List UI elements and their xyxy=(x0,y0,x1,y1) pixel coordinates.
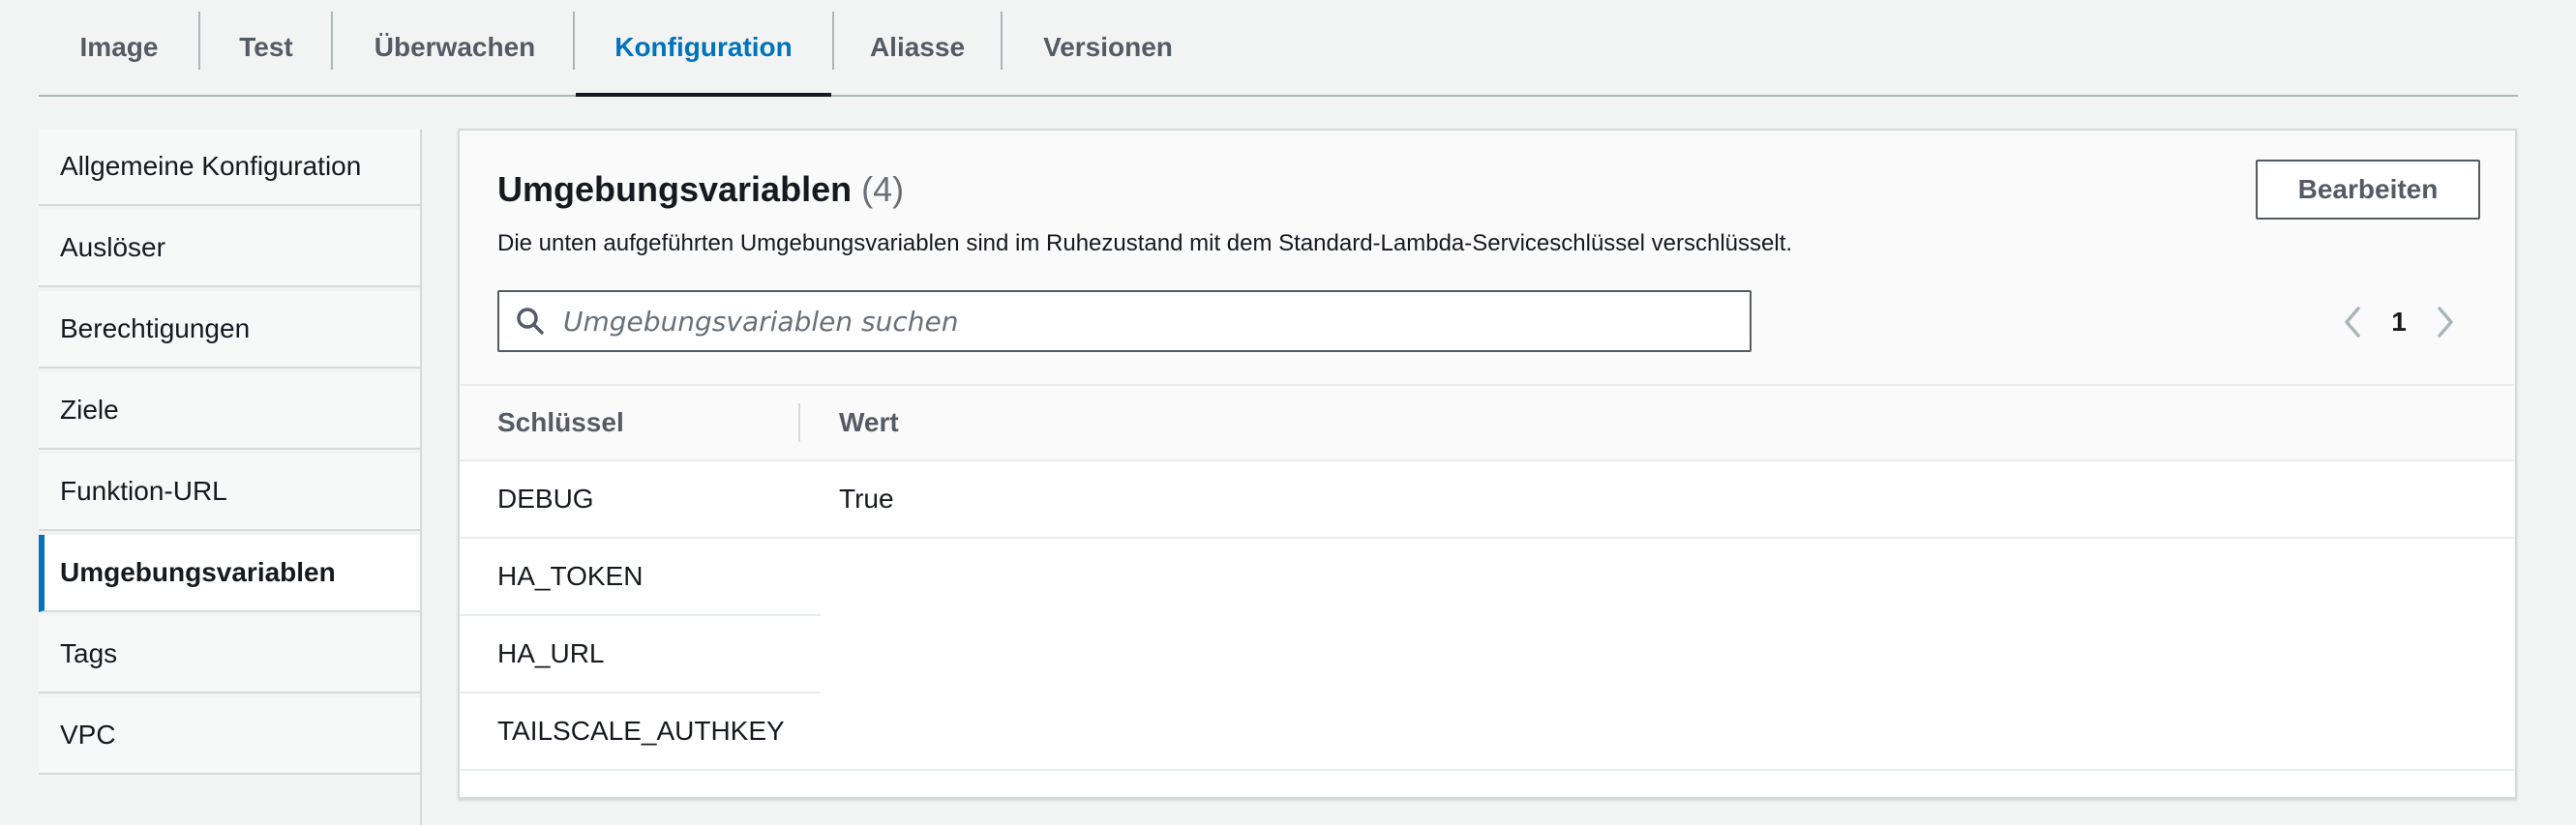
tab-image[interactable]: Image xyxy=(39,0,199,95)
table-row: TAILSCALE_AUTHKEY xyxy=(460,693,2515,771)
table-row: DEBUG True xyxy=(460,461,2515,539)
sidebar-item-allgemeine-konfiguration[interactable]: Allgemeine Konfiguration xyxy=(39,129,420,206)
config-sidebar: Allgemeine Konfiguration Auslöser Berech… xyxy=(39,129,422,825)
chevron-left-icon[interactable] xyxy=(2333,295,2372,349)
tab-bar: Image Test Überwachen Konfiguration Alia… xyxy=(39,0,2518,97)
search-input[interactable] xyxy=(561,293,1750,349)
search-icon xyxy=(499,292,561,350)
variable-key: DEBUG xyxy=(497,484,594,514)
column-header-value[interactable]: Wert xyxy=(839,386,899,459)
tab-test[interactable]: Test xyxy=(200,0,332,95)
panel-description: Die unten aufgeführten Umgebungsvariable… xyxy=(497,230,1793,256)
search-box[interactable] xyxy=(497,290,1752,352)
sidebar-item-vpc[interactable]: VPC xyxy=(39,697,420,775)
tab-aliasse[interactable]: Aliasse xyxy=(834,0,1001,95)
panel-title: Umgebungsvariablen (4) xyxy=(497,169,904,210)
variable-count: (4) xyxy=(861,169,905,209)
sidebar-item-umgebungsvariablen[interactable]: Umgebungsvariablen xyxy=(39,535,420,612)
panel-header: Umgebungsvariablen (4) Die unten aufgefü… xyxy=(460,131,2515,386)
table-row: HA_URL xyxy=(460,616,2515,693)
chevron-right-icon[interactable] xyxy=(2426,295,2465,349)
sidebar-item-funktion-url[interactable]: Funktion-URL xyxy=(39,454,420,531)
variable-value: True xyxy=(839,484,894,514)
variable-key: HA_URL xyxy=(497,638,605,668)
edit-button[interactable]: Bearbeiten xyxy=(2256,160,2480,220)
tab-versionen[interactable]: Versionen xyxy=(1003,0,1213,95)
sidebar-item-ziele[interactable]: Ziele xyxy=(39,372,420,450)
row-divider xyxy=(460,769,2515,771)
variable-key: HA_TOKEN xyxy=(497,561,644,591)
column-header-key[interactable]: Schlüssel xyxy=(497,386,624,459)
variable-key: TAILSCALE_AUTHKEY xyxy=(497,716,785,746)
env-variables-panel: Umgebungsvariablen (4) Die unten aufgefü… xyxy=(458,129,2517,799)
column-resizer[interactable] xyxy=(798,403,800,442)
pagination: 1 xyxy=(2333,295,2465,349)
tab-konfiguration[interactable]: Konfiguration xyxy=(576,0,831,97)
table-header: Schlüssel Wert xyxy=(460,386,2515,461)
tab-divider xyxy=(573,12,575,70)
sidebar-item-tags[interactable]: Tags xyxy=(39,616,420,693)
panel-title-text: Umgebungsvariablen xyxy=(497,169,853,209)
tab-ueberwachen[interactable]: Überwachen xyxy=(333,0,577,95)
table-row: HA_TOKEN xyxy=(460,539,2515,616)
sidebar-item-berechtigungen[interactable]: Berechtigungen xyxy=(39,291,420,368)
current-page[interactable]: 1 xyxy=(2372,307,2426,338)
sidebar-item-ausloeser[interactable]: Auslöser xyxy=(39,210,420,287)
